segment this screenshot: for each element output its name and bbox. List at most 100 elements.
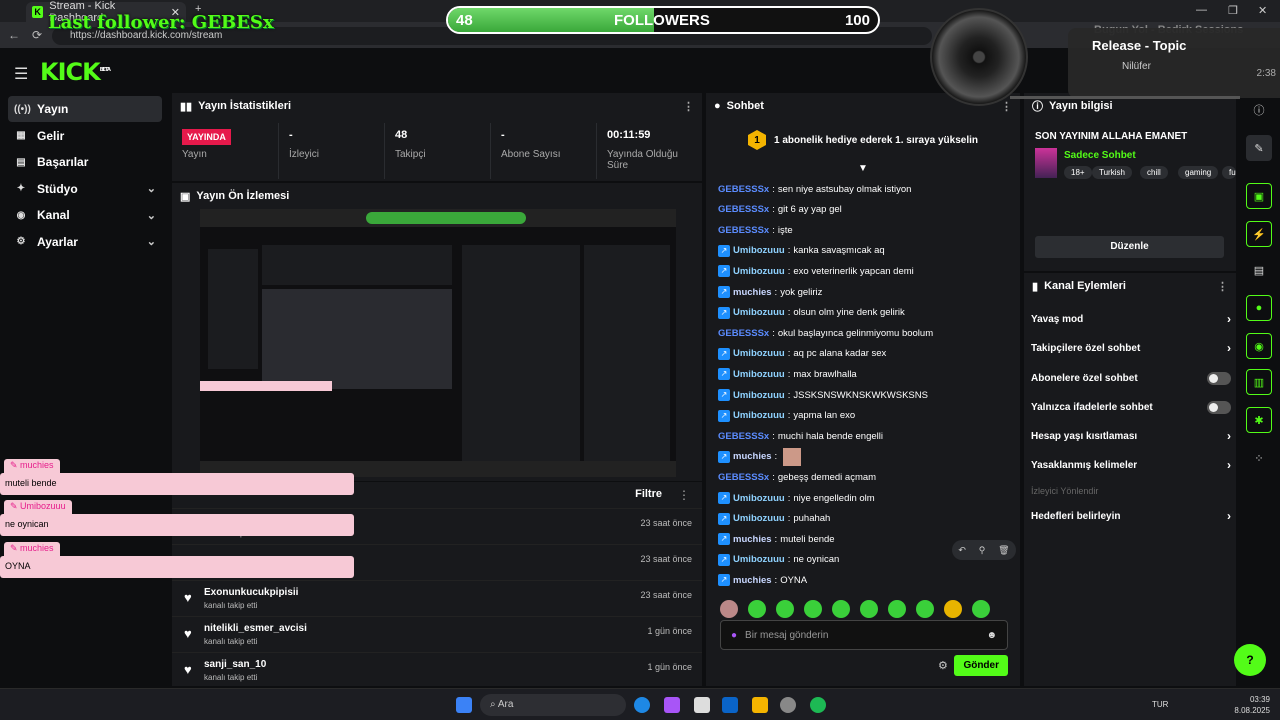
chat-message[interactable]: ↗ Umibozuuu: olsun olm yine denk gelirik [718,306,905,320]
emote-chat-toggle[interactable] [1207,400,1231,414]
minimize-button[interactable]: — [1196,4,1207,16]
app-icon[interactable] [780,697,796,713]
sidebar-item-basarilar[interactable]: ▤ Başarılar [8,149,162,175]
emote-icon[interactable] [832,600,850,618]
microphone-icon[interactable]: ● [731,630,737,641]
chat-message[interactable]: ↗ muchies: yok geliriz [718,285,822,299]
back-icon[interactable]: ← [8,28,20,42]
chat-username[interactable]: GEBESSSx [718,431,769,442]
mod-icon[interactable]: ▣ [1246,183,1272,209]
reload-icon[interactable]: ⟳ [32,28,42,42]
edit-button[interactable]: Düzenle [1035,236,1224,258]
menu-icon[interactable]: ☰ [14,64,28,84]
chat-username[interactable]: muchies [733,451,772,462]
start-icon[interactable] [456,697,472,713]
chat-username[interactable]: Umibozuuu [733,307,785,318]
emote-icon[interactable] [720,600,738,618]
delete-icon[interactable]: 🗑 [998,545,1009,556]
bolt-icon[interactable]: ⚡ [1246,221,1272,247]
taskbar-clock[interactable]: 03:39 8.08.2025 [1234,694,1270,716]
chat-username[interactable]: GEBESSSx [718,225,769,236]
taskbar-search[interactable]: ⌕ Ara [480,694,626,716]
store-icon[interactable] [694,697,710,713]
emote-icon[interactable] [748,600,766,618]
outlook-icon[interactable] [722,697,738,713]
chat-username[interactable]: Umibozuuu [733,348,785,359]
chat-message[interactable]: ↗ Umibozuuu: aq pc alana kadar sex [718,347,886,361]
chat-message[interactable]: GEBESSSx: işte [718,223,793,237]
reply-icon[interactable]: ↶ [958,545,966,556]
chat-bubble-icon[interactable]: ● [1246,295,1272,321]
chat-message[interactable]: GEBESSSx: gebeşş demedi açmam [718,470,876,484]
collapse-icon[interactable]: ▼ [858,163,868,174]
emote-icon[interactable] [776,600,794,618]
chat-username[interactable]: muchies [733,575,772,586]
sidebar-item-kanal[interactable]: ◉ Kanal ⌄ [8,202,162,228]
copilot-icon[interactable] [664,697,680,713]
chat-username[interactable]: GEBESSSx [718,472,769,483]
document-icon[interactable]: ▤ [1246,257,1272,283]
maximize-button[interactable]: ❐ [1228,4,1238,17]
action-banned-words[interactable]: Yasaklanmış kelimeler › [1031,452,1231,478]
chat-message[interactable]: ↗ Umibozuuu: JSSKSNSWKNSKWKWSKSNS [718,388,928,402]
chat-message[interactable]: GEBESSSx: sen niye astsubay olmak istiyon [718,182,911,196]
pencil-icon[interactable]: ✎ [1246,135,1272,161]
sidebar-item-yayin[interactable]: ((•)) Yayın [8,96,162,122]
sidebar-item-gelir[interactable]: ▦ Gelir [8,123,162,149]
emote-icon[interactable] [916,600,934,618]
chat-message[interactable]: ↗ Umibozuuu: niye engelledin olm [718,491,875,505]
pinned-gift-banner[interactable]: 1 1 abonelik hediye ederek 1. sıraya yüks… [706,123,1020,157]
info-icon[interactable]: ⓘ [1246,97,1272,123]
chat-message[interactable]: ↗ Umibozuuu: puhahah [718,512,830,526]
emote-icon[interactable] [888,600,906,618]
close-window-button[interactable]: ✕ [1258,4,1267,17]
chat-message[interactable]: ↗ muchies: OYNA [718,573,807,587]
chat-username[interactable]: GEBESSSx [718,204,769,215]
chat-username[interactable]: Umibozuuu [733,513,785,524]
emote-icon[interactable] [944,600,962,618]
kick-logo[interactable]: KICKBETA [40,58,111,86]
chat-settings-icon[interactable]: ⚙ [938,659,948,672]
chat-username[interactable]: muchies [733,534,772,545]
chat-username[interactable]: Umibozuuu [733,369,785,380]
action-goals[interactable]: Hedefleri belirleyin › [1031,503,1231,529]
pin-icon[interactable]: ⚲ [979,545,986,556]
chat-username[interactable]: Umibozuuu [733,410,785,421]
chat-message[interactable]: ↗ Umibozuuu: max brawlhalla [718,367,857,381]
apps-icon[interactable]: ⁘ [1246,445,1272,471]
broadcast-icon[interactable]: ◉ [1246,333,1272,359]
chat-username[interactable]: Umibozuuu [733,493,785,504]
emote-icon[interactable] [972,600,990,618]
more-icon[interactable]: ⋮ [1001,100,1012,113]
chat-username[interactable]: Umibozuuu [733,390,785,401]
chat-message[interactable]: ↗ Umibozuuu: ne oynican [718,553,839,567]
spotify-icon[interactable] [810,697,826,713]
chat-message[interactable]: ↗ muchies: [718,447,802,466]
more-icon[interactable]: ⋮ [1217,280,1228,293]
chat-username[interactable]: GEBESSSx [718,328,769,339]
chat-message[interactable]: GEBESSSx: okul başlayınca gelinmiyomu boo… [718,326,933,340]
sub-chat-toggle[interactable] [1207,371,1231,385]
chat-username[interactable]: muchies [733,287,772,298]
chat-message[interactable]: ↗ Umibozuuu: kanka savaşmıcak aq [718,244,885,258]
language-indicator[interactable]: TUR [1152,700,1168,709]
chat-message[interactable]: ↗ Umibozuuu: exo veterinerlik yapcan demi [718,264,914,278]
action-slow-mode[interactable]: Yavaş mod › [1031,306,1231,332]
edge-icon[interactable] [634,697,650,713]
action-account-age[interactable]: Hesap yaşı kısıtlaması › [1031,423,1231,449]
sidebar-item-studyo[interactable]: ✦ Stüdyo ⌄ [8,176,162,202]
chat-username[interactable]: Umibozuuu [733,245,785,256]
chat-username[interactable]: Umibozuuu [733,554,785,565]
chat-username[interactable]: GEBESSSx [718,184,769,195]
emoji-icon[interactable]: ☻ [986,630,997,641]
chat-username[interactable]: Umibozuuu [733,266,785,277]
chat-message[interactable]: ↗ muchies: muteli bende [718,532,835,546]
chat-message[interactable]: GEBESSSx: git 6 ay yap gel [718,203,842,217]
stream-preview-image[interactable] [200,209,676,477]
category-link[interactable]: Sadece Sohbet [1064,150,1136,161]
more-icon[interactable]: ⋮ [678,488,690,502]
emote-icon[interactable] [804,600,822,618]
filter-button[interactable]: Filtre [635,488,662,500]
action-follower-chat[interactable]: Takipçilere özel sohbet › [1031,335,1231,361]
emote-icon[interactable] [860,600,878,618]
